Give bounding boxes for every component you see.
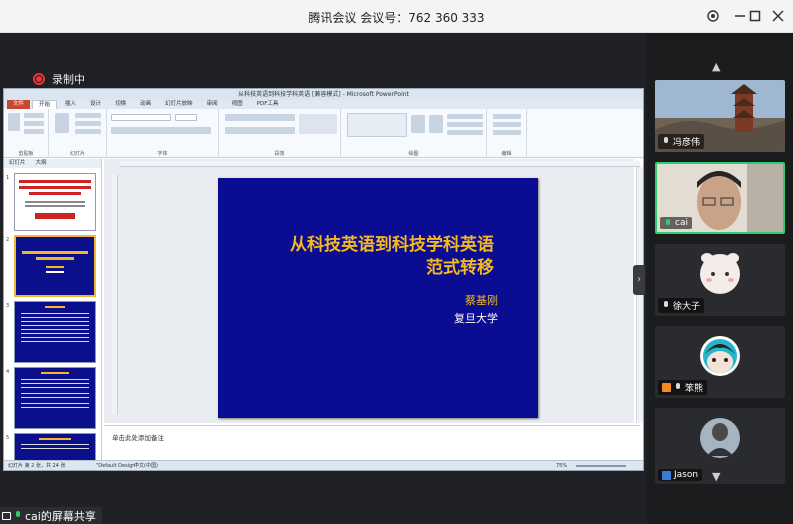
- tab-insert[interactable]: 插入: [59, 100, 82, 109]
- tab-file[interactable]: 文件: [7, 100, 31, 109]
- thumbnail-number: 2: [6, 237, 10, 243]
- chevron-right-icon: ›: [637, 274, 641, 285]
- slide-title: 从科技英语到科技学科英语 范式转移: [290, 235, 494, 278]
- thumbnail-number: 5: [6, 435, 10, 441]
- thumbnail-number: 3: [6, 303, 10, 309]
- panel-tab-slides[interactable]: 幻灯片: [4, 159, 31, 168]
- recording-indicator[interactable]: 录制中: [33, 71, 85, 87]
- scroll-down-arrow-icon[interactable]: ▼: [712, 470, 720, 483]
- slide-thumbnail-selected[interactable]: [14, 235, 96, 297]
- window-title: 腾讯会议 会议号：762 360 333: [308, 11, 485, 25]
- screen-share-icon: [2, 511, 11, 520]
- tab-slideshow[interactable]: 幻灯片放映: [159, 100, 199, 109]
- thumbnail-number: 4: [6, 369, 10, 375]
- notes-placeholder: 单击此处添加备注: [112, 434, 164, 442]
- powerpoint-window: 从科技英语到科技学科英语 [兼容模式] - Microsoft PowerPoi…: [3, 88, 644, 471]
- tab-transitions[interactable]: 切换: [109, 100, 132, 109]
- mic-icon: [14, 511, 22, 520]
- participant-name: Jason: [658, 469, 703, 481]
- powerpoint-title: 从科技英语到科技学科英语 [兼容模式] - Microsoft PowerPoi…: [238, 91, 409, 98]
- mic-speaking-icon: [664, 218, 672, 228]
- thumbnail-number: 1: [6, 175, 10, 181]
- status-bar: 幻灯片 第 2 张，共 24 张 "Default Design" 中文(中国)…: [4, 460, 643, 470]
- slide-thumbnail[interactable]: [14, 173, 96, 231]
- scroll-up-arrow-icon[interactable]: ▲: [712, 60, 720, 73]
- vertical-ruler: [112, 175, 118, 415]
- meeting-window: 腾讯会议 会议号：762 360 333 录制中 从科技英语到科技学科英语 [兼…: [0, 0, 793, 524]
- close-icon[interactable]: [766, 4, 790, 28]
- participant-avatar-tile[interactable]: 徐大子: [655, 244, 785, 316]
- panel-tabs: 幻灯片 大纲: [4, 159, 101, 168]
- ribbon-group-editing: 编辑: [487, 109, 527, 158]
- slide-thumbnail-panel: 幻灯片 大纲 1 2 3 4 5: [4, 159, 102, 463]
- tab-home[interactable]: 开始: [32, 100, 58, 109]
- tab-view[interactable]: 视图: [226, 100, 249, 109]
- participant-video-tile[interactable]: 冯彦伟: [655, 80, 785, 152]
- ribbon-tabs: 文件 开始 插入 设计 切换 动画 幻灯片放映 审阅 视图 PDF工具: [4, 100, 643, 109]
- participant-name: cai: [660, 217, 692, 229]
- participant-name: 徐大子: [658, 298, 705, 313]
- zoom-level[interactable]: 75%: [556, 461, 567, 470]
- recording-label: 录制中: [52, 73, 85, 86]
- slide-author: 蔡基刚: [465, 294, 498, 307]
- tab-animations[interactable]: 动画: [134, 100, 157, 109]
- ribbon-group-drawing: 绘图: [341, 109, 487, 158]
- zoom-slider[interactable]: [576, 465, 626, 467]
- mic-muted-icon: [662, 137, 670, 146]
- slide-university: 复旦大学: [454, 312, 498, 325]
- ribbon-group-paragraph: 段落: [219, 109, 341, 158]
- tab-pdf[interactable]: PDF工具: [251, 100, 285, 109]
- slide-thumbnail[interactable]: [14, 367, 96, 429]
- language-indicator: 中文(中国): [134, 463, 158, 469]
- tab-review[interactable]: 审阅: [201, 100, 224, 109]
- title-bar: 腾讯会议 会议号：762 360 333: [0, 0, 793, 33]
- participant-name: 冯彦伟: [658, 134, 705, 149]
- ribbon-group-clipboard: 剪贴板: [4, 109, 49, 158]
- screen-share-label: cai的屏幕共享: [0, 507, 102, 524]
- powerpoint-titlebar: 从科技英语到科技学科英语 [兼容模式] - Microsoft PowerPoi…: [4, 89, 643, 100]
- slide-counter: 幻灯片 第 2 张，共 24 张: [8, 463, 66, 469]
- participant-avatar-tile[interactable]: 笨熊: [655, 326, 785, 398]
- collapse-sidebar-button[interactable]: ›: [633, 265, 645, 295]
- settings-icon[interactable]: [701, 4, 725, 28]
- maximize-icon[interactable]: [743, 4, 767, 28]
- notes-pane[interactable]: 单击此处添加备注: [104, 425, 640, 461]
- record-icon: [33, 73, 45, 85]
- slide-thumbnail[interactable]: [14, 433, 96, 463]
- ribbon: 剪贴板 幻灯片 字体 段落 绘图 编辑: [4, 109, 643, 158]
- slide-thumbnail[interactable]: [14, 301, 96, 363]
- current-slide[interactable]: 从科技英语到科技学科英语 范式转移 蔡基刚 复旦大学: [218, 178, 538, 418]
- panel-tab-outline[interactable]: 大纲: [31, 159, 52, 168]
- ribbon-group-slides: 幻灯片: [49, 109, 107, 158]
- user-icon: [662, 470, 671, 480]
- theme-name: "Default Design": [96, 463, 138, 469]
- mic-muted-icon: [662, 301, 670, 310]
- participant-name: 笨熊: [658, 380, 708, 395]
- tab-design[interactable]: 设计: [84, 100, 107, 109]
- mic-muted-icon: [674, 383, 682, 392]
- user-icon: [662, 383, 671, 392]
- ribbon-group-font: 字体: [107, 109, 219, 158]
- vertical-scrollbar[interactable]: [636, 167, 643, 423]
- horizontal-ruler: [120, 161, 640, 167]
- participant-video-tile-active[interactable]: cai: [655, 162, 785, 234]
